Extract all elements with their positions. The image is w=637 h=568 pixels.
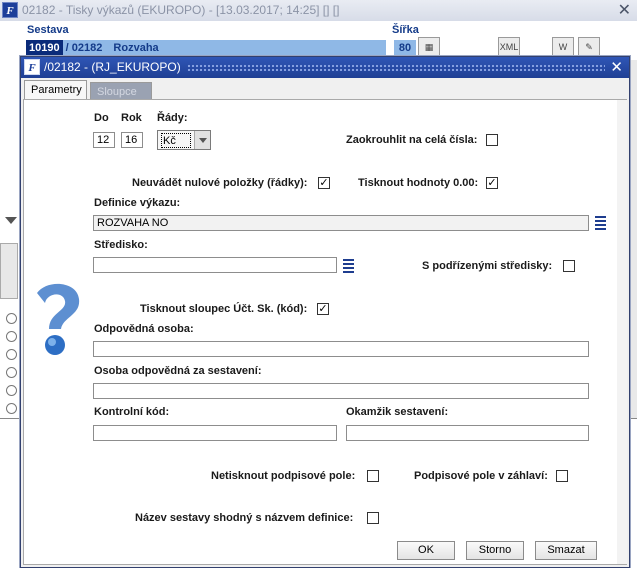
panel-scrollbar[interactable] (617, 100, 627, 564)
neuvadet-checkbox[interactable]: ✓ (318, 177, 330, 189)
stredisko-label: Středisko: (94, 239, 148, 251)
rok-label: Rok (121, 112, 142, 124)
chevron-down-icon[interactable] (194, 131, 210, 149)
radio-option-2[interactable] (6, 331, 17, 342)
do-label: Do (94, 112, 109, 124)
stredisko-input[interactable] (93, 257, 337, 273)
xml-export-icon[interactable]: XML (498, 37, 520, 57)
storno-button[interactable]: Storno (466, 541, 524, 560)
rady-selected-value: Kč (161, 133, 191, 148)
rady-label: Řády: (157, 112, 188, 124)
report-name: Rozvaha (113, 42, 159, 54)
help-question-icon (37, 283, 80, 355)
rok-input[interactable]: 16 (121, 132, 143, 148)
ok-button[interactable]: OK (397, 541, 455, 560)
definice-label: Definice výkazu: (94, 197, 181, 209)
background-titlebar[interactable]: F 02182 - Tisky výkazů (EKUROPO) - [13.0… (0, 0, 637, 21)
tisknout-sloupec-label: Tisknout sloupec Účt. Sk. (kód): (140, 303, 308, 315)
podrizene-checkbox[interactable] (563, 260, 575, 272)
word-export-icon[interactable]: W (552, 37, 574, 57)
nazev-shodny-label: Název sestavy shodný s názvem definice: (135, 512, 354, 524)
tisknout-hodnoty-checkbox[interactable]: ✓ (486, 177, 498, 189)
expand-arrow-icon[interactable] (5, 217, 17, 224)
report-width: 80 (394, 40, 416, 56)
report-code: 10190 (26, 40, 63, 56)
stredisko-list-icon[interactable] (342, 257, 355, 274)
radio-option-3[interactable] (6, 349, 17, 360)
dialog-close-icon[interactable]: ✕ (610, 57, 623, 78)
report-parameters-dialog: F /02182 - (RJ_EKUROPO) ✕ Parametry Slou… (20, 56, 630, 568)
column-header-sirka: Šířka (392, 24, 419, 36)
do-input[interactable]: 12 (93, 132, 115, 148)
kontrolni-label: Kontrolní kód: (94, 406, 170, 418)
osoba-sestaveni-input[interactable] (93, 383, 589, 399)
report-code-suffix: / 02182 (62, 42, 103, 54)
radio-option-1[interactable] (6, 313, 17, 324)
definice-list-icon[interactable] (594, 214, 607, 231)
netisknout-podpis-checkbox[interactable] (367, 470, 379, 482)
column-header-sestava: Sestava (27, 24, 69, 36)
smazat-button[interactable]: Smazat (535, 541, 597, 560)
background-window-title: 02182 - Tisky výkazů (EKUROPO) - [13.03.… (22, 3, 340, 17)
okamzik-label: Okamžik sestavení: (346, 406, 449, 418)
nazev-shodny-checkbox[interactable] (367, 512, 379, 524)
edit-icon[interactable]: ✎ (578, 37, 600, 57)
radio-option-4[interactable] (6, 367, 17, 378)
podrizene-label: S podřízenými středisky: (422, 260, 553, 272)
report-row[interactable]: 10190 / 02182 Rozvaha (26, 40, 386, 56)
tab-sloupce[interactable]: Sloupce (90, 82, 152, 100)
tab-parametry[interactable]: Parametry (24, 80, 87, 100)
podpis-zahlavi-checkbox[interactable] (556, 470, 568, 482)
osoba-sestaveni-label: Osoba odpovědná za sestavení: (94, 365, 262, 377)
dialog-app-icon: F (24, 59, 40, 75)
podpis-zahlavi-label: Podpisové pole v záhlaví: (414, 470, 548, 482)
zaokrouhlit-label: Zaokrouhlit na celá čísla: (346, 134, 478, 146)
titlebar-grip (187, 64, 605, 71)
odpovedna-label: Odpovědná osoba: (94, 323, 194, 335)
okamzik-input[interactable] (346, 425, 589, 441)
zaokrouhlit-checkbox[interactable] (486, 134, 498, 146)
odpovedna-input[interactable] (93, 341, 589, 357)
rady-select[interactable]: Kč (157, 130, 211, 150)
radio-option-5[interactable] (6, 385, 17, 396)
kontrolni-input[interactable] (93, 425, 337, 441)
tisknout-sloupec-checkbox[interactable]: ✓ (317, 303, 329, 315)
neuvadet-label: Neuvádět nulové položky (řádky): (132, 177, 308, 189)
app-logo-icon: F (2, 2, 18, 18)
dialog-titlebar[interactable]: F /02182 - (RJ_EKUROPO) ✕ (21, 57, 629, 78)
print-settings-icon[interactable]: ▦ (418, 37, 440, 57)
background-close-icon[interactable]: ✕ (618, 0, 631, 21)
radio-option-6[interactable] (6, 403, 17, 414)
dialog-title: /02182 - (RJ_EKUROPO) (44, 60, 181, 74)
scroll-left-button[interactable] (0, 243, 18, 299)
netisknout-podpis-label: Netisknout podpisové pole: (211, 470, 356, 482)
definice-input[interactable]: ROZVAHA NO (93, 215, 589, 231)
tisknout-hodnoty-label: Tisknout hodnoty 0.00: (358, 177, 479, 189)
